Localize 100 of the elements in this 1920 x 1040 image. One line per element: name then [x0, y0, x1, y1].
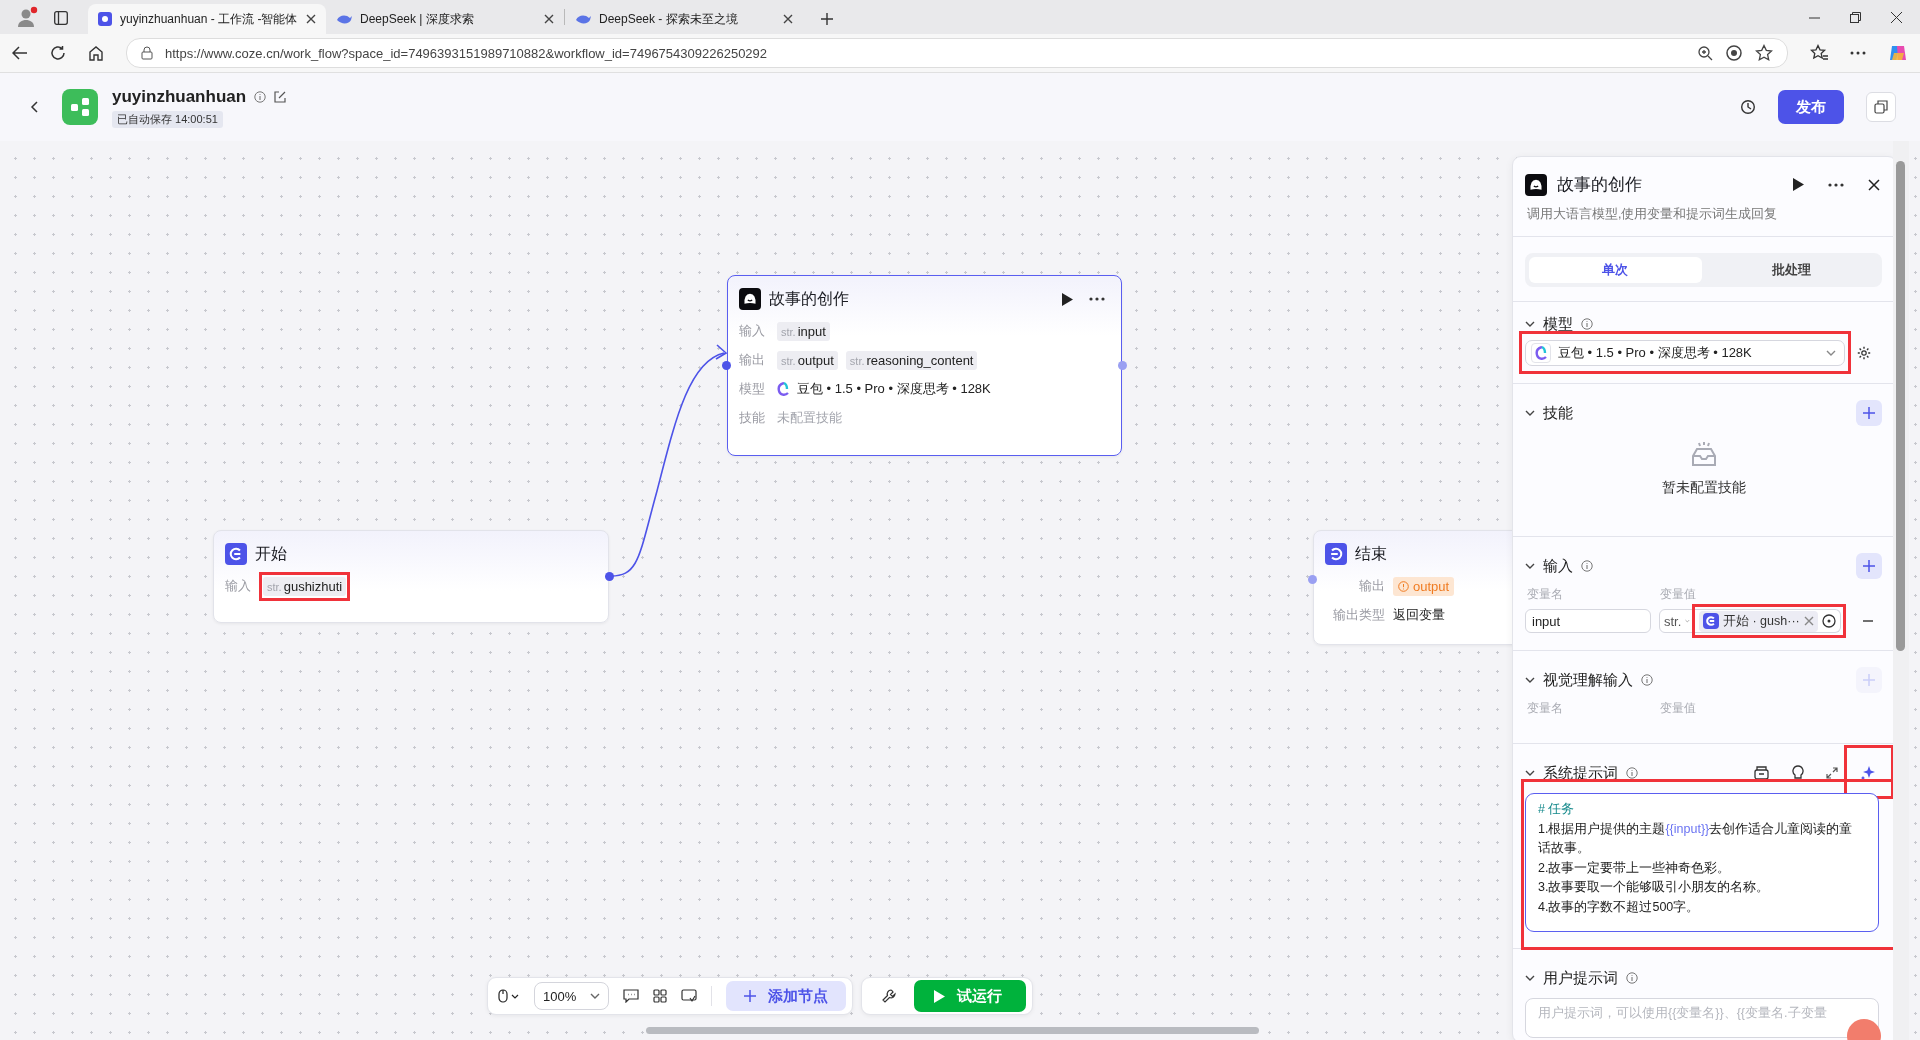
node-title: 结束: [1355, 543, 1387, 564]
prompt-line: 2.故事一定要带上一些神奇色彩。: [1538, 859, 1732, 877]
expand-icon[interactable]: [1826, 767, 1838, 779]
copy-icon: [1874, 100, 1888, 114]
info-icon: [1581, 560, 1593, 572]
browser-tab[interactable]: DeepSeek | 深度求索: [326, 4, 564, 34]
nodes-icon: [70, 97, 90, 117]
section-title: 视觉理解输入: [1543, 670, 1633, 690]
run-node-icon[interactable]: [1793, 178, 1804, 191]
collapse-icon[interactable]: [1525, 975, 1535, 981]
collapse-icon[interactable]: [1525, 410, 1535, 416]
panel-description: 调用大语言模型,使用变量和提示词生成回复: [1527, 206, 1779, 223]
variable-name-field[interactable]: input: [1525, 609, 1651, 633]
variable-tag: str.input: [777, 321, 830, 341]
section-title: 技能: [1543, 403, 1573, 423]
restore-icon[interactable]: [1850, 11, 1861, 23]
more-icon[interactable]: [1850, 51, 1866, 55]
collapse-icon[interactable]: [1525, 677, 1535, 683]
plus-icon: [1863, 407, 1875, 419]
close-tab-icon[interactable]: [306, 14, 316, 24]
run-node-icon[interactable]: [1062, 292, 1073, 306]
prompt-line: # 任务: [1538, 801, 1576, 818]
remove-icon[interactable]: [1803, 616, 1814, 626]
collapse-icon[interactable]: [1525, 321, 1535, 327]
column-header: 变量名: [1527, 700, 1564, 717]
close-icon[interactable]: [1868, 178, 1880, 191]
type-select[interactable]: str.: [1659, 609, 1695, 633]
chevron-down-icon[interactable]: [590, 993, 601, 999]
zoom-icon[interactable]: [1697, 45, 1713, 61]
info-icon: [1626, 767, 1638, 779]
user-prompt-field[interactable]: 用户提示词，可以使用{{变量名}}、{{变量名.子变量: [1525, 998, 1879, 1038]
idea-icon[interactable]: [1792, 765, 1804, 781]
grid-layout-icon[interactable]: [653, 989, 668, 1003]
history-icon[interactable]: [1740, 99, 1756, 115]
copy-button[interactable]: [1866, 92, 1896, 122]
new-tab-icon[interactable]: [821, 13, 833, 25]
more-icon[interactable]: [1089, 297, 1105, 301]
comment-icon[interactable]: [623, 989, 640, 1003]
vertical-scrollbar[interactable]: [1896, 161, 1905, 651]
collapse-icon[interactable]: [1525, 563, 1535, 569]
section-title: 模型: [1543, 314, 1573, 334]
home-icon[interactable]: [88, 45, 104, 61]
extension-icon[interactable]: [1725, 44, 1743, 62]
model-name: 豆包 • 1.5 • Pro • 深度思考 • 128K: [797, 380, 991, 398]
browser-tab[interactable]: yuyinzhuanhuan - 工作流 -智能体: [88, 4, 326, 34]
collapse-icon[interactable]: [1525, 770, 1535, 776]
model-select[interactable]: 豆包 • 1.5 • Pro • 深度思考 • 128K: [1525, 340, 1845, 366]
plus-icon: [744, 990, 757, 1002]
prompt-line: 1.根据用户提供的主题{{input}}去创作适合儿童阅读的童话故事。: [1538, 820, 1854, 857]
address-bar[interactable]: https://www.coze.cn/work_flow?space_id=7496393151989710882&workflow_id=7496754309226250292: [126, 38, 1788, 68]
close-window-icon[interactable]: [1891, 11, 1902, 23]
mouse-mode-icon[interactable]: [498, 989, 520, 1003]
info-icon: [1641, 674, 1653, 686]
edit-icon[interactable]: [274, 90, 287, 103]
profile-icon[interactable]: [16, 6, 38, 28]
library-icon[interactable]: [1754, 766, 1770, 780]
node-title: 开始: [255, 543, 287, 564]
wrench-icon[interactable]: [882, 989, 897, 1003]
field-label: 输出: [739, 351, 766, 369]
url-text: https://www.coze.cn/work_flow?space_id=7496393151989710882&workflow_id=7496754309226250292: [165, 45, 769, 61]
lock-icon: [141, 46, 153, 60]
publish-button[interactable]: 发布: [1778, 90, 1844, 124]
end-node-icon: [1325, 543, 1347, 565]
field-label: 输入: [225, 577, 252, 595]
copilot-icon[interactable]: [1888, 43, 1908, 63]
close-tab-icon[interactable]: [783, 14, 793, 24]
start-node-icon: [1703, 613, 1719, 629]
back-icon[interactable]: [12, 46, 28, 60]
refresh-icon[interactable]: [50, 45, 66, 61]
favorites-icon[interactable]: [1810, 44, 1828, 62]
more-icon[interactable]: [1828, 182, 1844, 187]
settings-icon[interactable]: [1857, 346, 1871, 360]
prompt-line: 4.故事的字数不超过500字。: [1538, 898, 1701, 916]
zoom-select[interactable]: 100%: [534, 982, 610, 1010]
add-node-button[interactable]: 添加节点: [726, 981, 847, 1011]
connection-port[interactable]: [722, 361, 731, 370]
back-chevron-icon[interactable]: [30, 101, 38, 113]
reference-tag: 开始 · gush···: [1699, 610, 1818, 632]
info-icon: [254, 90, 267, 103]
browser-tab[interactable]: DeepSeek - 探索未至之境: [565, 4, 803, 34]
ai-optimize-icon[interactable]: [1860, 765, 1876, 781]
tab-actions-icon[interactable]: [54, 11, 68, 25]
mode-tab[interactable]: 批处理: [1705, 257, 1878, 283]
close-tab-icon[interactable]: [544, 14, 554, 24]
connection-port[interactable]: [605, 572, 614, 581]
minimap-icon[interactable]: [681, 989, 698, 1003]
variable-tag: str.output: [777, 350, 838, 370]
star-icon[interactable]: [1755, 44, 1773, 62]
field-label: 输入: [739, 322, 766, 340]
save-status: 已自动保存 14:00:51: [112, 110, 223, 128]
prompt-editor[interactable]: # 任务 1.根据用户提供的主题{{input}}去创作适合儿童阅读的童话故事。 2.故事一定要带上一些神奇色彩。 3.故事要取一个能够吸引小朋友的名称。 4.故事的字数不超过500字。: [1525, 793, 1879, 932]
horizontal-scrollbar[interactable]: [646, 1027, 1259, 1034]
info-icon: [1581, 318, 1593, 330]
chevron-down-icon[interactable]: [1826, 350, 1836, 356]
add-button[interactable]: [1856, 400, 1882, 426]
target-icon[interactable]: [1821, 614, 1836, 628]
ghost-icon: [1525, 173, 1547, 196]
plus-icon: [1863, 560, 1875, 572]
mode-tab[interactable]: 单次: [1529, 257, 1702, 283]
add-button[interactable]: [1856, 553, 1882, 579]
